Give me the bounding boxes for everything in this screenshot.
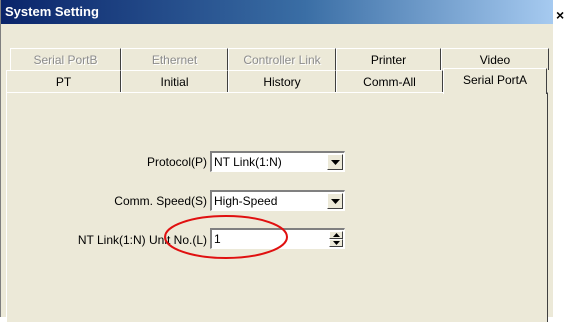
arrow-up-icon — [333, 233, 340, 237]
tab-controller-link[interactable]: Controller Link — [228, 48, 336, 70]
tab-serial-porta[interactable]: Serial PortA — [443, 68, 547, 94]
spin-down-button[interactable] — [329, 239, 343, 247]
tab-video[interactable]: Video — [441, 48, 549, 70]
comm-speed-combobox[interactable]: High-Speed — [210, 190, 345, 211]
unit-no-spinbox[interactable]: 1 — [210, 228, 345, 249]
tab-ethernet[interactable]: Ethernet — [121, 48, 228, 70]
chevron-down-icon — [331, 199, 340, 204]
protocol-label: Protocol(P) — [146, 155, 207, 169]
comm-speed-value: High-Speed — [214, 194, 278, 208]
close-icon[interactable]: × — [556, 8, 564, 22]
comm-speed-dropdown-button[interactable] — [327, 193, 343, 209]
chevron-down-icon — [331, 160, 340, 165]
title-bar[interactable]: System Setting — [1, 0, 553, 24]
tab-comm-all[interactable]: Comm-All — [336, 70, 443, 92]
tab-history[interactable]: History — [228, 70, 336, 92]
arrow-down-icon — [333, 241, 340, 245]
comm-speed-label: Comm. Speed(S) — [114, 194, 207, 208]
system-setting-dialog: System Setting Serial PortB Ethernet Con… — [0, 0, 553, 322]
protocol-value: NT Link(1:N) — [214, 155, 282, 169]
tab-printer[interactable]: Printer — [336, 48, 441, 70]
spin-up-button[interactable] — [329, 231, 343, 239]
protocol-dropdown-button[interactable] — [327, 154, 343, 170]
protocol-combobox[interactable]: NT Link(1:N) — [210, 151, 345, 172]
unit-no-label: NT Link(1:N) Unit No.(L) — [77, 233, 207, 247]
tab-serial-portb[interactable]: Serial PortB — [10, 48, 121, 70]
tab-initial[interactable]: Initial — [121, 70, 228, 92]
unit-no-value: 1 — [214, 232, 221, 246]
tab-pt[interactable]: PT — [6, 70, 121, 92]
window-title: System Setting — [5, 4, 99, 19]
